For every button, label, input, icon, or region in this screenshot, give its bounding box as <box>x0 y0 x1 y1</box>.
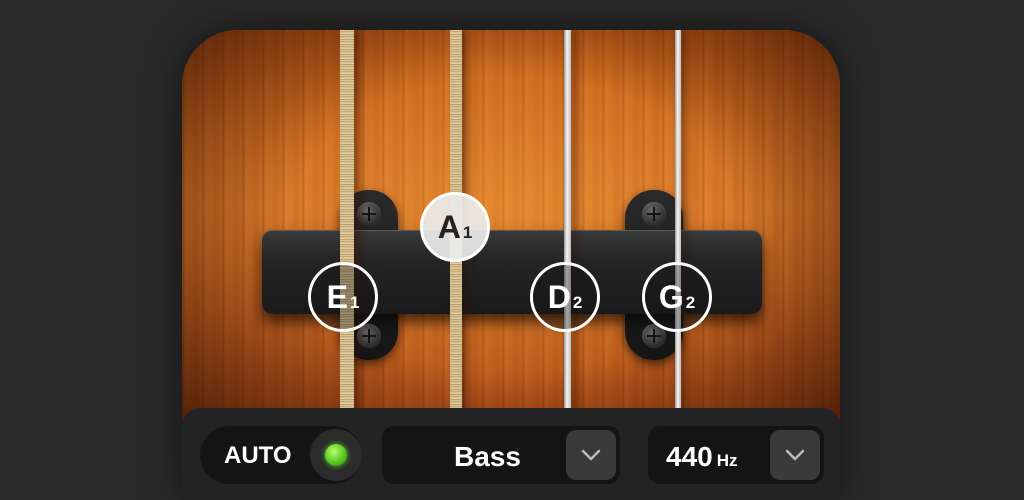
tuner-panel: E 1 A 1 D 2 G 2 AUTO Bass 440 Hz <box>182 30 840 500</box>
string-g <box>675 30 681 420</box>
note-letter: A <box>437 208 461 245</box>
instrument-value: Bass <box>454 441 521 472</box>
note-octave: 2 <box>685 293 696 312</box>
note-octave: 1 <box>462 223 473 242</box>
auto-toggle[interactable]: AUTO <box>200 426 362 484</box>
auto-led-ring[interactable] <box>310 429 362 481</box>
screw-icon <box>357 324 381 348</box>
auto-label: AUTO <box>224 442 292 469</box>
reference-pitch-unit: Hz <box>716 451 738 470</box>
note-octave: 1 <box>349 293 360 312</box>
reference-pitch-dropdown-button[interactable] <box>770 430 820 480</box>
note-letter: G <box>658 278 684 315</box>
note-button-d[interactable]: D 2 <box>530 262 600 332</box>
string-d <box>564 30 571 420</box>
screw-icon <box>642 202 666 226</box>
reference-pitch-select[interactable]: 440 Hz <box>648 426 824 484</box>
status-led-icon <box>325 444 347 466</box>
note-button-a[interactable]: A 1 <box>420 192 490 262</box>
instrument-select[interactable]: Bass <box>382 426 620 484</box>
screw-icon <box>357 202 381 226</box>
wood-body <box>182 30 840 420</box>
reference-pitch-number: 440 <box>666 441 713 472</box>
string-e <box>340 30 354 420</box>
chevron-down-icon <box>785 449 805 461</box>
note-button-e[interactable]: E 1 <box>308 262 378 332</box>
note-button-g[interactable]: G 2 <box>642 262 712 332</box>
chevron-down-icon <box>581 449 601 461</box>
control-bar: AUTO Bass 440 Hz <box>182 408 840 500</box>
note-octave: 2 <box>572 293 583 312</box>
instrument-dropdown-button[interactable] <box>566 430 616 480</box>
reference-pitch-value: 440 Hz <box>666 441 738 473</box>
note-letter: E <box>326 278 348 315</box>
note-letter: D <box>547 278 571 315</box>
